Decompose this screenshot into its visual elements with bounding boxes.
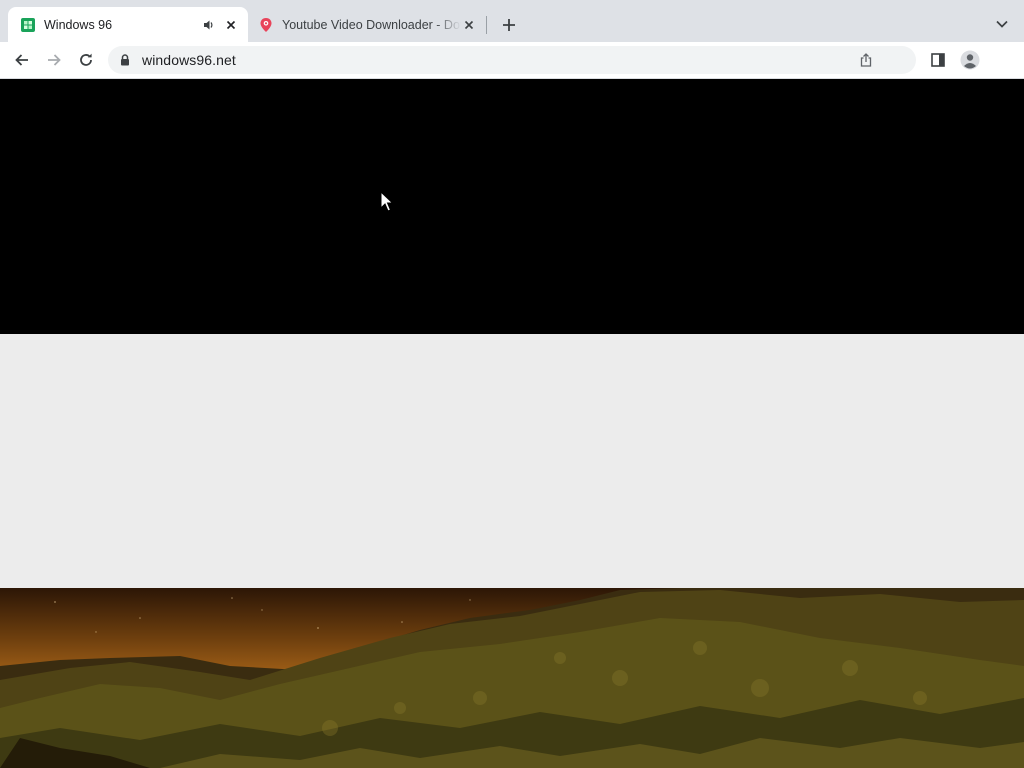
chevron-down-icon — [996, 20, 1008, 28]
side-panel-button[interactable] — [926, 48, 950, 72]
tab-separator — [486, 16, 487, 34]
url-text: windows96.net — [142, 52, 236, 68]
tab-search-button[interactable] — [990, 12, 1014, 36]
tab-title: Windows 96 — [44, 17, 113, 32]
close-tab-icon[interactable] — [222, 16, 240, 34]
back-button[interactable] — [8, 46, 36, 74]
new-tab-button[interactable] — [496, 12, 522, 38]
tab-windows96[interactable]: Windows 96 — [8, 7, 248, 42]
profile-button[interactable] — [958, 48, 982, 72]
reload-icon — [80, 53, 92, 66]
arrow-right-icon — [48, 54, 61, 66]
windows96-logo-icon — [20, 17, 36, 33]
share-icon[interactable] — [856, 50, 876, 70]
tab-strip: Windows 96 Youtube Video Downloader - Do… — [0, 0, 1024, 42]
speaker-icon[interactable] — [200, 16, 218, 34]
loading-black-area — [0, 79, 1024, 334]
reload-button[interactable] — [72, 46, 100, 74]
mouse-cursor-icon — [380, 191, 394, 212]
loading-gray-area — [0, 334, 1024, 588]
map-pin-icon — [258, 17, 274, 33]
close-tab-icon[interactable] — [461, 16, 476, 34]
address-bar[interactable]: windows96.net — [108, 46, 916, 74]
desktop-wallpaper-image — [0, 588, 1024, 768]
browser-toolbar: windows96.net — [0, 42, 1024, 79]
lock-icon[interactable] — [118, 53, 132, 67]
page-viewport[interactable] — [0, 79, 1024, 768]
plus-icon — [503, 19, 515, 31]
tab-title: Youtube Video Downloader - Download — [282, 17, 461, 32]
side-panel-icon — [931, 53, 945, 67]
avatar-icon — [960, 50, 980, 70]
forward-button[interactable] — [40, 46, 68, 74]
tab-youtube-downloader[interactable]: Youtube Video Downloader - Download — [248, 7, 484, 42]
arrow-left-icon — [15, 54, 28, 66]
